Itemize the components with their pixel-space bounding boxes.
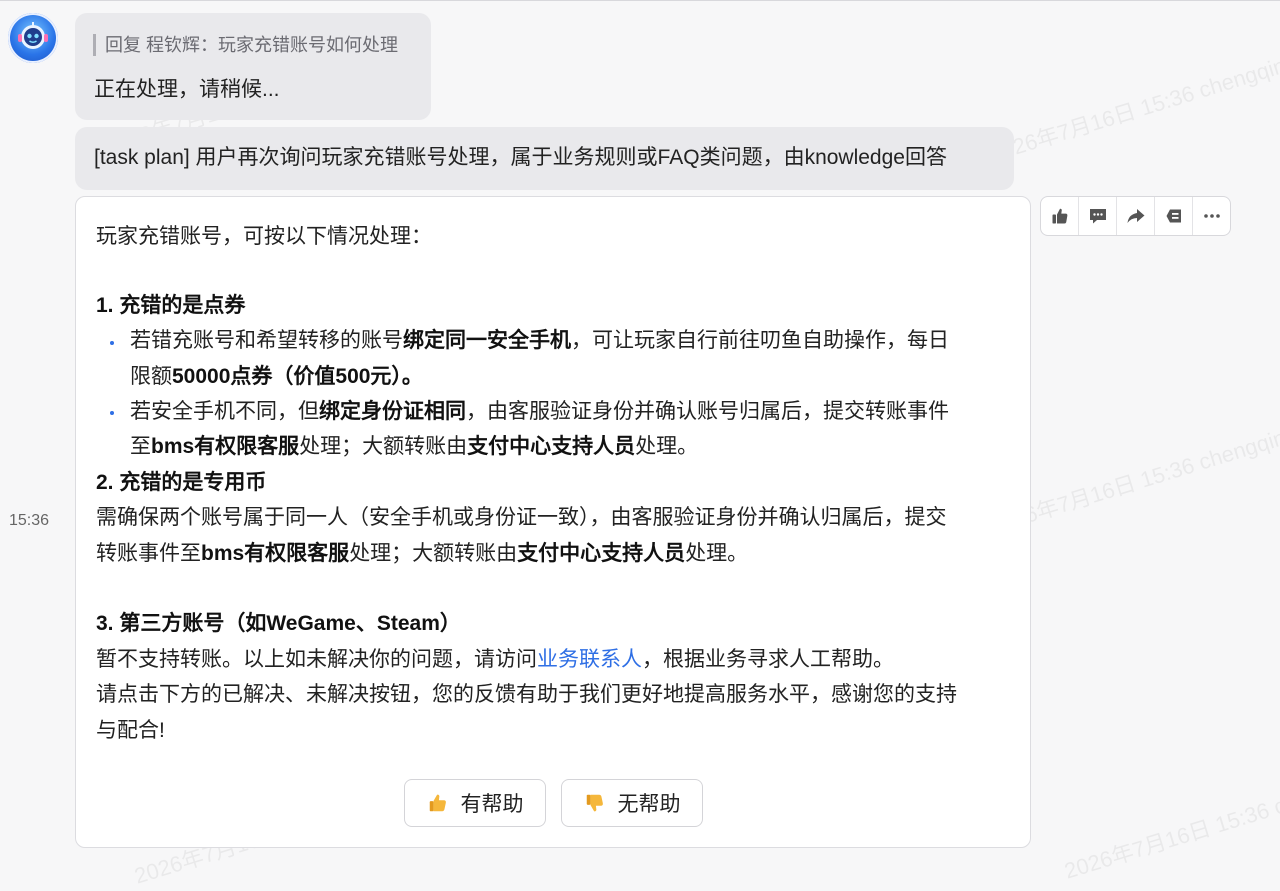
like-button[interactable]: [1041, 197, 1079, 235]
unhelpful-button[interactable]: 无帮助: [561, 779, 703, 827]
section3-line3: 与配合!: [96, 719, 165, 742]
answer-intro: 玩家充错账号，可按以下情况处理：: [96, 225, 432, 248]
section2-line1: 需确保两个账号属于同一人（安全手机或身份证一致），由客服验证身份并确认归属后，提…: [96, 506, 947, 529]
reply-quote-text: 玩家充错账号如何处理: [218, 35, 399, 55]
answer-card: 玩家充错账号，可按以下情况处理： 1. 充错的是点券 若错充账号和希望转移的账号…: [75, 196, 1031, 848]
thumbs-up-icon: [1052, 208, 1067, 224]
unhelpful-label: 无帮助: [617, 793, 681, 816]
helpful-button[interactable]: 有帮助: [404, 779, 546, 827]
business-contact-link[interactable]: 业务联系人: [537, 648, 642, 671]
comment-button[interactable]: [1079, 197, 1117, 235]
section1-bullet2-line2: 至bms有权限客服处理；大额转账由支付中心支持人员处理。: [130, 435, 699, 458]
section1-title: 1. 充错的是点券: [96, 294, 246, 317]
message-timestamp: 15:36: [9, 512, 50, 529]
reply-bubble: 回复 程钦辉：玩家充错账号如何处理 正在处理，请稍候...: [75, 13, 431, 120]
share-icon: [1127, 209, 1144, 223]
section3-line2: 请点击下方的已解决、未解决按钮，您的反馈有助于我们更好地提高服务水平，感谢您的支…: [96, 683, 957, 706]
task-plan-bubble: [task plan] 用户再次询问玩家充错账号处理，属于业务规则或FAQ类问题…: [75, 127, 1014, 190]
comment-icon: [1089, 209, 1106, 224]
section3-title: 3. 第三方账号（如WeGame、Steam）: [96, 612, 461, 635]
watermark: 2026年7月16日 15:36 chengqinhui: [986, 44, 1280, 167]
bullet-dot: [110, 341, 114, 345]
share-button[interactable]: [1117, 197, 1155, 235]
more-icon: [1203, 214, 1220, 218]
section3-line1: 暂不支持转账。以上如未解决你的问题，请访问业务联系人，根据业务寻求人工帮助。: [96, 648, 894, 671]
section1-bullet1-line1: 若错充账号和希望转移的账号绑定同一安全手机，可让玩家自行前往叨鱼自助操作，每日: [130, 329, 949, 352]
section2-title: 2. 充错的是专用币: [96, 471, 267, 494]
thumbs-down-emoji-icon: [586, 794, 603, 812]
helpful-label: 有帮助: [460, 793, 524, 816]
reply-quote[interactable]: 回复 程钦辉：玩家充错账号如何处理: [93, 34, 398, 56]
reply-author: 程钦辉: [146, 35, 201, 55]
robot-icon: [18, 22, 48, 49]
bullet-dot: [110, 411, 114, 415]
top-divider: [0, 0, 1280, 1]
section1-bullet1-line2: 限额50000点券（价值500元）。: [130, 365, 423, 388]
quote-icon: [1166, 209, 1181, 223]
message-actions-toolbar: [1040, 196, 1231, 236]
section2-line2: 转账事件至bms有权限客服处理；大额转账由支付中心支持人员处理。: [96, 542, 749, 565]
task-plan-text: [task plan] 用户再次询问玩家充错账号处理，属于业务规则或FAQ类问题…: [94, 146, 947, 169]
more-button[interactable]: [1193, 197, 1230, 235]
section1-bullet2-line1: 若安全手机不同，但绑定身份证相同，由客服验证身份并确认账号归属后，提交转账事件: [130, 400, 949, 423]
bot-avatar[interactable]: [8, 13, 58, 63]
quote-button[interactable]: [1155, 197, 1193, 235]
thumbs-up-emoji-icon: [429, 794, 446, 812]
processing-text: 正在处理，请稍候...: [94, 78, 280, 101]
watermark: 2026年7月16日 15:36 chengqinhui: [1061, 761, 1280, 884]
reply-prefix: 回复: [105, 35, 141, 55]
